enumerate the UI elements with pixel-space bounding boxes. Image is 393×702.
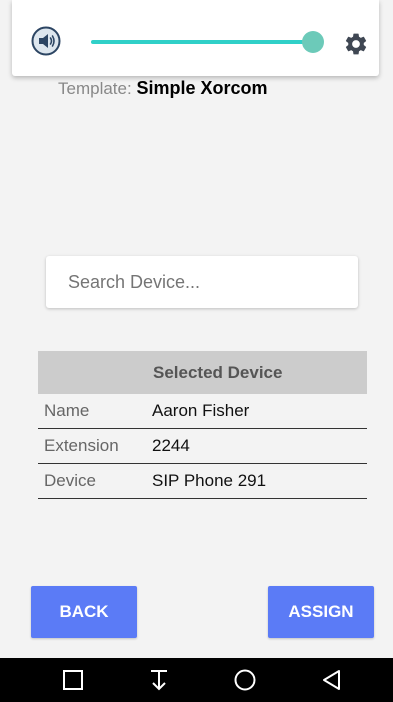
table-row-name: Name Aaron Fisher [38, 394, 367, 429]
row-value: 2244 [152, 436, 190, 455]
template-name: Simple Xorcom [136, 78, 268, 98]
back-button[interactable]: BACK [31, 586, 137, 638]
template-line: Template: Simple Xorcom [58, 78, 267, 99]
circle-home-icon[interactable] [233, 668, 257, 692]
volume-slider-thumb[interactable] [302, 31, 324, 53]
gear-icon[interactable] [343, 31, 369, 57]
triangle-back-icon[interactable] [320, 668, 344, 692]
download-arrow-icon[interactable] [147, 668, 171, 692]
square-recents-icon[interactable] [61, 668, 85, 692]
table-row-extension: Extension 2244 [38, 429, 367, 464]
table-row-device: Device SIP Phone 291 [38, 464, 367, 499]
search-device-box[interactable] [46, 256, 358, 308]
selected-device-title: Selected Device [153, 362, 283, 382]
speaker-volume-icon[interactable] [31, 26, 61, 56]
row-label: Extension [44, 436, 119, 455]
selected-device-header: Selected Device [38, 351, 367, 394]
search-device-input[interactable] [46, 256, 358, 308]
row-value: SIP Phone 291 [152, 471, 267, 490]
selected-device-table: Selected Device Name Aaron Fisher Extens… [38, 351, 367, 499]
row-value: Aaron Fisher [152, 401, 250, 420]
assign-button[interactable]: ASSIGN [268, 586, 374, 638]
template-label: Template: [58, 79, 132, 98]
row-label: Name [44, 401, 90, 420]
volume-panel [12, 0, 379, 76]
row-label: Device [44, 471, 96, 490]
volume-slider[interactable] [91, 31, 324, 53]
system-nav-bar [0, 658, 393, 702]
